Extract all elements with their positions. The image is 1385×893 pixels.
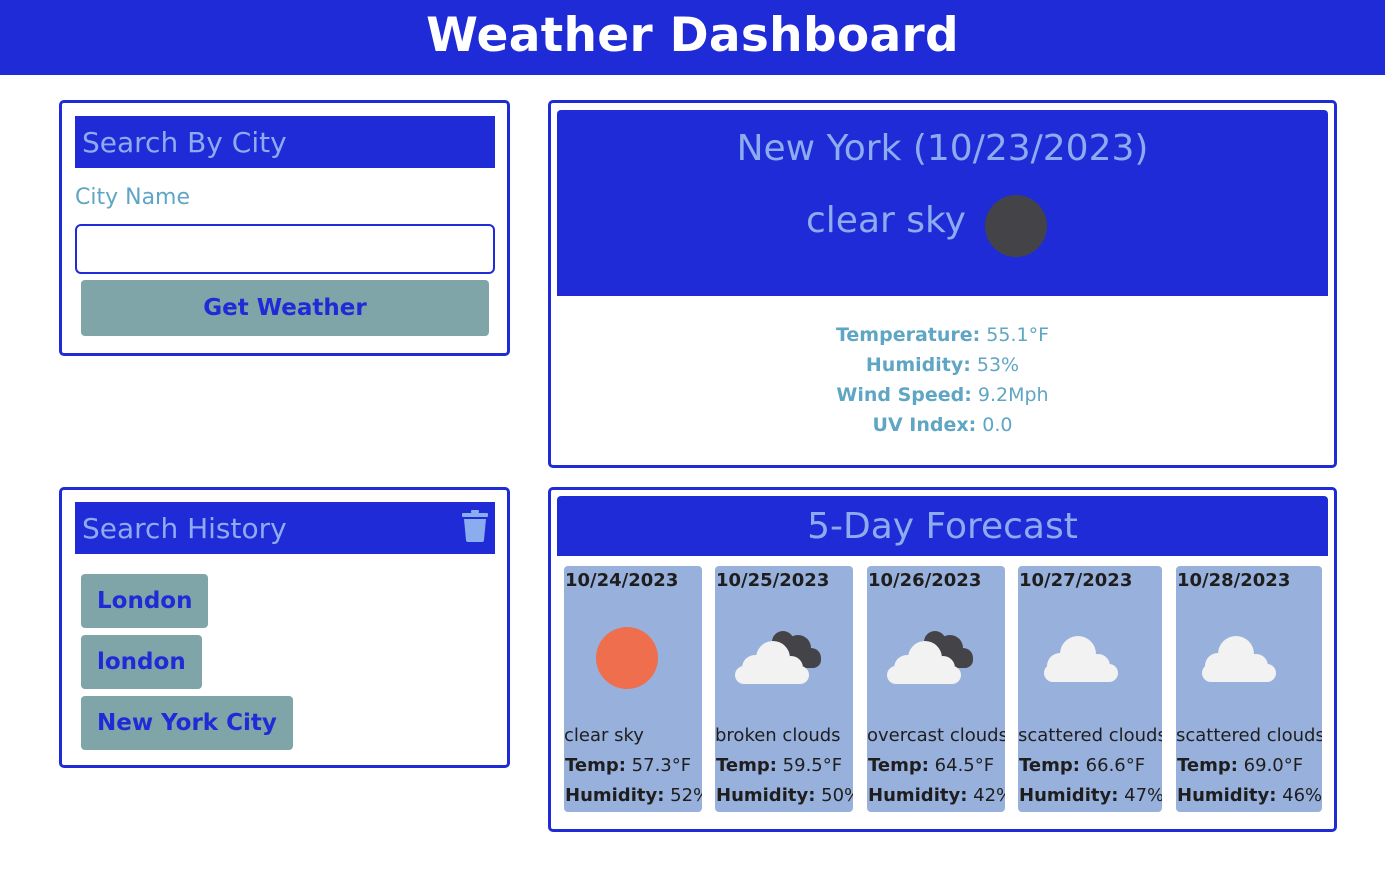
forecast-description: broken clouds xyxy=(715,725,841,746)
cloud-icon xyxy=(1202,636,1276,682)
page-header: Weather Dashboard xyxy=(0,0,1385,75)
forecast-date: 10/28/2023 xyxy=(1177,570,1291,591)
forecast-humidity-label: Humidity: xyxy=(868,785,968,806)
forecast-temp: Temp: 57.3°F xyxy=(565,755,691,776)
history-item-london-lower[interactable]: london xyxy=(81,635,202,689)
search-history-heading: Search History xyxy=(75,502,495,554)
temperature-row: Temperature: 55.1°F xyxy=(551,320,1334,350)
forecast-description: scattered clouds xyxy=(1176,725,1322,746)
forecast-humidity-label: Humidity: xyxy=(1019,785,1119,806)
forecast-day-3: 10/26/2023 overcast clouds Temp: 64.5°F … xyxy=(867,566,1005,812)
forecast-temp: Temp: 69.0°F xyxy=(1177,755,1303,776)
city-name-label: City Name xyxy=(75,185,191,210)
wind-label: Wind Speed: xyxy=(836,384,972,406)
forecast-date: 10/26/2023 xyxy=(868,570,982,591)
forecast-humidity-label: Humidity: xyxy=(716,785,816,806)
current-city-title: New York (10/23/2023) xyxy=(736,128,1149,169)
current-stats: Temperature: 55.1°F Humidity: 53% Wind S… xyxy=(551,320,1334,440)
wind-row: Wind Speed: 9.2Mph xyxy=(551,380,1334,410)
history-item-london[interactable]: London xyxy=(81,574,209,628)
page-title: Weather Dashboard xyxy=(426,8,959,63)
forecast-temp-label: Temp: xyxy=(565,755,626,776)
forecast-humidity: Humidity: 47% xyxy=(1019,785,1162,806)
forecast-humidity-value: 47% xyxy=(1124,785,1162,806)
sun-icon xyxy=(596,627,658,689)
forecast-temp: Temp: 66.6°F xyxy=(1019,755,1145,776)
forecast-humidity-value: 52% xyxy=(670,785,702,806)
forecast-description: overcast clouds xyxy=(867,725,1005,746)
forecast-humidity-value: 42% xyxy=(973,785,1005,806)
get-weather-button[interactable]: Get Weather xyxy=(81,280,489,336)
forecast-temp-value: 66.6°F xyxy=(1085,755,1146,776)
forecast-temp-label: Temp: xyxy=(1177,755,1238,776)
forecast-humidity: Humidity: 50% xyxy=(716,785,853,806)
forecast-day-1: 10/24/2023 clear sky Temp: 57.3°F Humidi… xyxy=(564,566,702,812)
forecast-humidity: Humidity: 46% xyxy=(1177,785,1322,806)
forecast-humidity-label: Humidity: xyxy=(1177,785,1277,806)
current-weather-panel: New York (10/23/2023) clear sky Temperat… xyxy=(548,100,1337,468)
uv-row: UV Index: 0.0 xyxy=(551,410,1334,440)
clear-night-icon xyxy=(985,195,1047,257)
humidity-value: 53% xyxy=(976,354,1020,376)
forecast-date: 10/24/2023 xyxy=(565,570,679,591)
search-history-panel: Search History London london New York Ci… xyxy=(59,487,510,768)
forecast-day-2: 10/25/2023 broken clouds Temp: 59.5°F Hu… xyxy=(715,566,853,812)
humidity-label: Humidity: xyxy=(865,354,971,376)
forecast-description: clear sky xyxy=(564,725,644,746)
trash-icon[interactable] xyxy=(462,510,488,542)
forecast-humidity: Humidity: 42% xyxy=(868,785,1005,806)
history-item-new-york-city[interactable]: New York City xyxy=(81,696,293,750)
forecast-humidity-label: Humidity: xyxy=(565,785,665,806)
search-panel-heading: Search By City xyxy=(75,116,495,168)
search-history-title: Search History xyxy=(82,511,287,545)
forecast-date: 10/27/2023 xyxy=(1019,570,1133,591)
forecast-panel: 5-Day Forecast 10/24/2023 clear sky Temp… xyxy=(548,487,1337,832)
temperature-label: Temperature: xyxy=(835,324,981,346)
forecast-temp-value: 59.5°F xyxy=(782,755,843,776)
current-condition: clear sky xyxy=(806,200,966,241)
forecast-humidity-value: 50% xyxy=(821,785,853,806)
forecast-day-4: 10/27/2023 scattered clouds Temp: 66.6°F… xyxy=(1018,566,1162,812)
forecast-temp: Temp: 59.5°F xyxy=(716,755,842,776)
forecast-temp-label: Temp: xyxy=(716,755,777,776)
forecast-date: 10/25/2023 xyxy=(716,570,830,591)
forecast-temp-label: Temp: xyxy=(1019,755,1080,776)
forecast-temp-label: Temp: xyxy=(868,755,929,776)
search-panel: Search By City City Name Get Weather xyxy=(59,100,510,356)
uv-value: 0.0 xyxy=(982,414,1013,436)
city-name-input[interactable] xyxy=(75,224,495,274)
uv-label: UV Index: xyxy=(872,414,977,436)
forecast-heading: 5-Day Forecast xyxy=(557,496,1328,556)
cloud-icon xyxy=(1044,636,1118,682)
current-weather-header: New York (10/23/2023) clear sky xyxy=(557,110,1328,296)
temperature-value: 55.1°F xyxy=(986,324,1050,346)
forecast-humidity: Humidity: 52% xyxy=(565,785,702,806)
wind-value: 9.2Mph xyxy=(977,384,1049,406)
forecast-humidity-value: 46% xyxy=(1282,785,1322,806)
broken-clouds-icon xyxy=(735,631,821,684)
forecast-day-5: 10/28/2023 scattered clouds Temp: 69.0°F… xyxy=(1176,566,1322,812)
overcast-clouds-icon xyxy=(887,631,973,684)
humidity-row: Humidity: 53% xyxy=(551,350,1334,380)
forecast-temp-value: 57.3°F xyxy=(631,755,692,776)
forecast-description: scattered clouds xyxy=(1018,725,1162,746)
forecast-temp-value: 64.5°F xyxy=(934,755,995,776)
forecast-temp: Temp: 64.5°F xyxy=(868,755,994,776)
forecast-temp-value: 69.0°F xyxy=(1243,755,1304,776)
